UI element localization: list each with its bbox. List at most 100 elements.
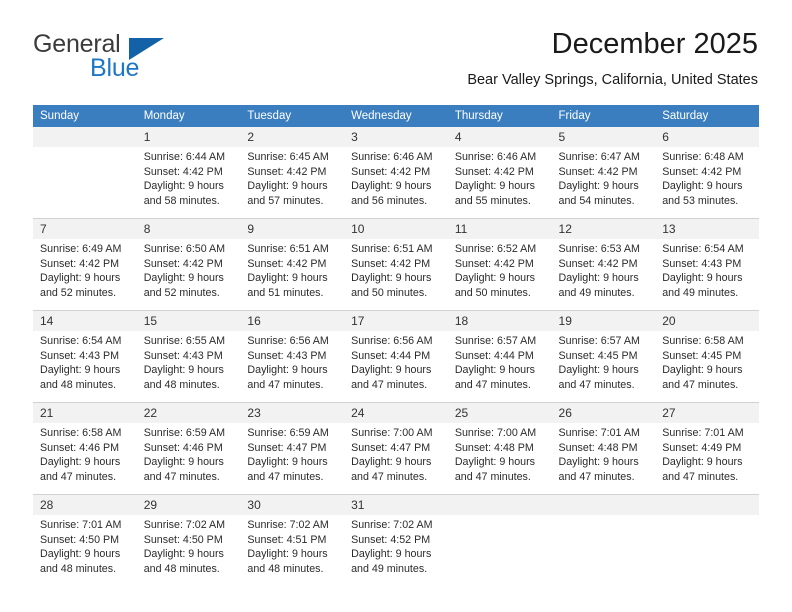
day-number-13[interactable]: 13 <box>655 218 759 239</box>
day-cell-12[interactable]: Sunrise: 6:53 AM Sunset: 4:42 PM Daylight:… <box>551 239 656 311</box>
day-cell-2[interactable]: Sunrise: 6:45 AM Sunset: 4:42 PM Daylight:… <box>240 147 345 219</box>
day-info-line: Sunset: 4:42 PM <box>247 257 327 270</box>
day-number-11[interactable]: 11 <box>447 218 552 239</box>
day-number-15[interactable]: 15 <box>136 310 241 331</box>
day-cell-20[interactable]: Sunrise: 6:58 AM Sunset: 4:45 PM Daylight:… <box>655 331 759 403</box>
day-info-line: Daylight: 9 hours <box>247 272 328 284</box>
week-detail-row: Sunrise: 7:01 AM Sunset: 4:50 PM Daylight:… <box>33 515 759 586</box>
day-info-line: and 47 minutes. <box>247 470 324 483</box>
day-number-14[interactable]: 14 <box>33 310 137 331</box>
day-number-29[interactable]: 29 <box>136 494 241 515</box>
week-daynumber-row: 28 29 30 31 <box>33 494 759 515</box>
day-number-25[interactable]: 25 <box>447 402 552 423</box>
day-info-line: and 47 minutes. <box>662 470 739 483</box>
day-info-line: Sunrise: 6:52 AM <box>454 243 537 255</box>
day-number-4[interactable]: 4 <box>447 127 552 147</box>
day-cell-19[interactable]: Sunrise: 6:57 AM Sunset: 4:45 PM Daylight:… <box>551 331 656 403</box>
day-cell-16[interactable]: Sunrise: 6:56 AM Sunset: 4:43 PM Daylight:… <box>240 331 345 403</box>
day-info-line: and 47 minutes. <box>558 378 635 391</box>
day-cell-24[interactable]: Sunrise: 7:00 AM Sunset: 4:47 PM Daylight:… <box>344 423 448 495</box>
day-cell-8[interactable]: Sunrise: 6:50 AM Sunset: 4:42 PM Daylight:… <box>136 239 241 311</box>
day-cell-14[interactable]: Sunrise: 6:54 AM Sunset: 4:43 PM Daylight:… <box>33 331 137 403</box>
day-info-line: Daylight: 9 hours <box>454 364 536 376</box>
day-cell-25[interactable]: Sunrise: 7:00 AM Sunset: 4:48 PM Daylight:… <box>447 423 552 495</box>
day-number-23[interactable]: 23 <box>240 402 345 423</box>
day-cell-26[interactable]: Sunrise: 7:01 AM Sunset: 4:48 PM Daylight:… <box>551 423 656 495</box>
day-info-line: and 47 minutes. <box>454 378 531 391</box>
day-number-8[interactable]: 8 <box>136 218 241 239</box>
day-info-line: Sunset: 4:44 PM <box>454 349 534 362</box>
day-cell-17[interactable]: Sunrise: 6:56 AM Sunset: 4:44 PM Daylight:… <box>344 331 448 403</box>
day-info-line: Daylight: 9 hours <box>247 456 328 468</box>
day-info-line: Daylight: 9 hours <box>351 548 432 560</box>
day-number-20[interactable]: 20 <box>655 310 759 331</box>
day-cell-23[interactable]: Sunrise: 6:59 AM Sunset: 4:47 PM Daylight:… <box>240 423 345 495</box>
title-block: December 2025 Bear Valley Springs, Calif… <box>467 26 758 89</box>
weekday-header-thursday: Thursday <box>447 105 552 127</box>
day-cell-10[interactable]: Sunrise: 6:51 AM Sunset: 4:42 PM Daylight:… <box>344 239 448 311</box>
day-info-line: Daylight: 9 hours <box>351 456 432 468</box>
day-number-empty <box>447 494 552 515</box>
day-cell-6[interactable]: Sunrise: 6:48 AM Sunset: 4:42 PM Daylight:… <box>655 147 759 219</box>
day-number-18[interactable]: 18 <box>447 310 552 331</box>
day-number-2[interactable]: 2 <box>240 127 345 147</box>
day-cell-28[interactable]: Sunrise: 7:01 AM Sunset: 4:50 PM Daylight:… <box>33 515 137 586</box>
day-number-9[interactable]: 9 <box>240 218 345 239</box>
page-subtitle: Bear Valley Springs, California, United … <box>467 72 758 88</box>
day-number-16[interactable]: 16 <box>240 310 345 331</box>
generalblue-logo[interactable]: General Blue <box>33 30 203 86</box>
day-number-17[interactable]: 17 <box>344 310 448 331</box>
day-cell-1[interactable]: Sunrise: 6:44 AM Sunset: 4:42 PM Daylight:… <box>136 147 241 219</box>
day-number-22[interactable]: 22 <box>136 402 241 423</box>
day-number-10[interactable]: 10 <box>344 218 448 239</box>
day-cell-empty <box>655 515 759 586</box>
day-cell-31[interactable]: Sunrise: 7:02 AM Sunset: 4:52 PM Daylight:… <box>344 515 448 586</box>
day-info-line: and 47 minutes. <box>558 470 635 483</box>
day-cell-empty <box>447 515 552 586</box>
week-detail-row: Sunrise: 6:49 AM Sunset: 4:42 PM Daylight:… <box>33 239 759 311</box>
day-cell-30[interactable]: Sunrise: 7:02 AM Sunset: 4:51 PM Daylight:… <box>240 515 345 586</box>
week-daynumber-row: 123456 <box>33 127 759 147</box>
day-info-line: Sunrise: 6:50 AM <box>143 243 226 255</box>
day-cell-7[interactable]: Sunrise: 6:49 AM Sunset: 4:42 PM Daylight:… <box>33 239 137 311</box>
day-number-12[interactable]: 12 <box>551 218 656 239</box>
day-number-26[interactable]: 26 <box>551 402 656 423</box>
day-number-31[interactable]: 31 <box>344 494 448 515</box>
day-cell-21[interactable]: Sunrise: 6:58 AM Sunset: 4:46 PM Daylight:… <box>33 423 137 495</box>
day-number-27[interactable]: 27 <box>655 402 759 423</box>
day-number-19[interactable]: 19 <box>551 310 656 331</box>
day-cell-5[interactable]: Sunrise: 6:47 AM Sunset: 4:42 PM Daylight:… <box>551 147 656 219</box>
day-info-line: Daylight: 9 hours <box>454 456 536 468</box>
day-cell-22[interactable]: Sunrise: 6:59 AM Sunset: 4:46 PM Daylight:… <box>136 423 241 495</box>
day-info-line: Sunset: 4:42 PM <box>143 165 223 178</box>
day-number-1[interactable]: 1 <box>136 127 241 147</box>
day-info-line: Sunset: 4:43 PM <box>662 257 742 270</box>
day-info-line: Sunset: 4:42 PM <box>454 257 534 270</box>
day-number-5[interactable]: 5 <box>551 127 656 147</box>
day-info-line: and 50 minutes. <box>351 286 428 299</box>
day-cell-4[interactable]: Sunrise: 6:46 AM Sunset: 4:42 PM Daylight:… <box>447 147 552 219</box>
day-number-6[interactable]: 6 <box>655 127 759 147</box>
day-cell-18[interactable]: Sunrise: 6:57 AM Sunset: 4:44 PM Daylight:… <box>447 331 552 403</box>
day-cell-11[interactable]: Sunrise: 6:52 AM Sunset: 4:42 PM Daylight:… <box>447 239 552 311</box>
day-info-line: and 48 minutes. <box>247 562 324 575</box>
day-cell-3[interactable]: Sunrise: 6:46 AM Sunset: 4:42 PM Daylight:… <box>344 147 448 219</box>
calendar-table: Sunday Monday Tuesday Wednesday Thursday Frid… <box>33 105 759 586</box>
day-number-24[interactable]: 24 <box>344 402 448 423</box>
day-cell-13[interactable]: Sunrise: 6:54 AM Sunset: 4:43 PM Daylight:… <box>655 239 759 311</box>
day-info-line: Sunrise: 6:54 AM <box>662 243 744 255</box>
day-number-3[interactable]: 3 <box>344 127 448 147</box>
day-cell-29[interactable]: Sunrise: 7:02 AM Sunset: 4:50 PM Daylight:… <box>136 515 241 586</box>
logo-text-blue: Blue <box>90 54 140 82</box>
day-number-21[interactable]: 21 <box>33 402 137 423</box>
day-number-28[interactable]: 28 <box>33 494 137 515</box>
day-number-empty <box>33 127 137 147</box>
weekday-header-saturday: Saturday <box>655 105 759 127</box>
day-number-30[interactable]: 30 <box>240 494 345 515</box>
day-cell-9[interactable]: Sunrise: 6:51 AM Sunset: 4:42 PM Daylight:… <box>240 239 345 311</box>
day-number-7[interactable]: 7 <box>33 218 137 239</box>
day-info-line: and 47 minutes. <box>40 470 117 483</box>
day-cell-15[interactable]: Sunrise: 6:55 AM Sunset: 4:43 PM Daylight:… <box>136 331 241 403</box>
day-cell-27[interactable]: Sunrise: 7:01 AM Sunset: 4:49 PM Daylight:… <box>655 423 759 495</box>
day-info-line: Daylight: 9 hours <box>558 364 639 376</box>
